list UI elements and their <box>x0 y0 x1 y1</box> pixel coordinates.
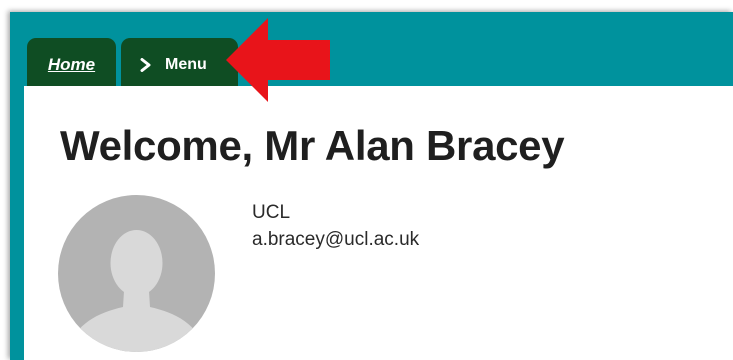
avatar <box>58 195 215 352</box>
chevron-right-icon <box>140 58 151 72</box>
page-title: Welcome, Mr Alan Bracey <box>60 122 565 169</box>
email-text: a.bracey@ucl.ac.uk <box>252 229 420 250</box>
tab-home[interactable]: Home <box>27 38 116 86</box>
red-arrow-left-icon <box>226 18 330 102</box>
menu-label: Menu <box>165 56 207 73</box>
person-silhouette-icon <box>65 230 208 352</box>
tab-menu[interactable]: Menu <box>121 38 238 86</box>
home-link[interactable]: Home <box>48 55 95 75</box>
organization-text: UCL <box>252 202 291 223</box>
screenshot: Home Menu Welcome, Mr Alan Bracey UCL a.… <box>0 0 733 360</box>
profile-info: UCL a.bracey@ucl.ac.uk <box>252 199 419 253</box>
